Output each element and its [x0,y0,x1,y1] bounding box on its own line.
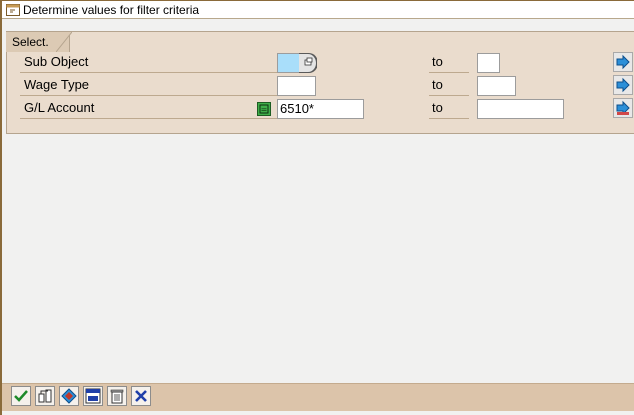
execute-button[interactable] [11,386,31,406]
gl-account-high-input[interactable] [477,99,564,119]
window-bottom-edge [2,411,634,415]
wage-type-multiple-selection-button[interactable] [613,75,633,95]
group-tab-corner [56,32,72,52]
options-icon [61,388,77,404]
gl-account-low-input[interactable]: 6510* [277,99,364,119]
save-variant-icon [85,388,101,404]
sub-object-label: Sub Object [20,52,272,73]
row-wage-type: Wage Type to [20,75,634,96]
value-help-icon[interactable] [299,53,317,73]
gl-account-multiple-selection-button[interactable] [613,98,633,118]
cancel-icon [135,390,147,402]
sub-object-high-input[interactable] [477,53,500,73]
dialog-icon [6,3,20,16]
svg-text:=: = [261,105,268,114]
wage-type-label: Wage Type [20,75,272,96]
sub-object-multiple-selection-button[interactable] [613,52,633,72]
gl-account-to-label: to [429,98,469,119]
row-gl-account: G/L Account = 6510* to [20,98,634,119]
execute-check-icon [14,390,28,402]
delete-icon [110,389,124,404]
group-title: Select. [12,35,49,49]
multiple-selection-button[interactable] [35,386,55,406]
wage-type-low-input[interactable] [277,76,316,96]
arrow-right-icon [616,100,630,116]
row-sub-object: Sub Object to [20,52,634,73]
save-variant-button[interactable] [83,386,103,406]
multiple-selection-icon [38,389,52,403]
window-title: Determine values for filter criteria [23,2,200,17]
sub-object-low-input[interactable] [277,53,301,73]
sub-object-to-label: to [429,52,469,73]
cancel-button[interactable] [131,386,151,406]
wage-type-high-input[interactable] [477,76,516,96]
wage-type-to-label: to [429,75,469,96]
gl-account-label: G/L Account [20,98,272,119]
delete-button[interactable] [107,386,127,406]
selection-option-icon[interactable]: = [257,102,271,116]
arrow-right-icon [616,77,630,93]
title-bar: Determine values for filter criteria [2,1,634,19]
options-button[interactable] [59,386,79,406]
arrow-right-icon [616,54,630,70]
